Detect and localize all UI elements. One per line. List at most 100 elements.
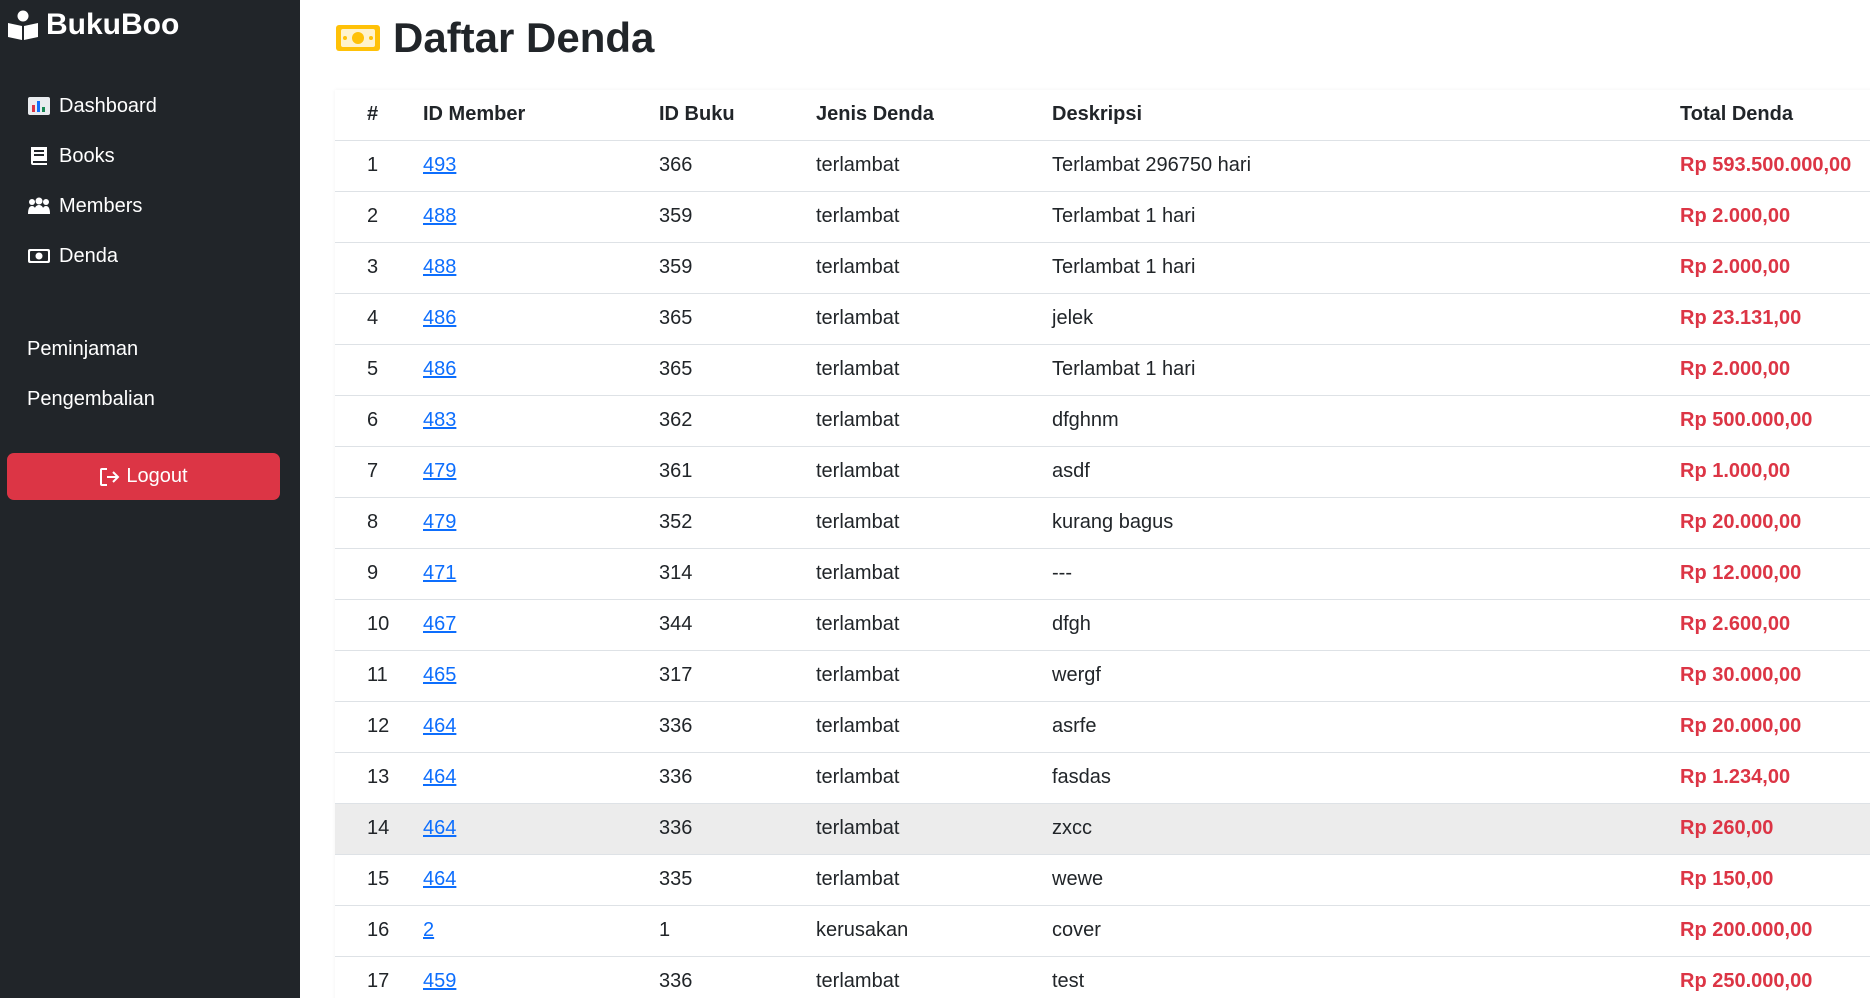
member-link[interactable]: 483 [423,409,456,431]
sidebar-nav: Dashboard Books Members Denda [27,81,157,281]
cell-jenis-denda: kerusakan [816,905,1052,957]
cell-deskripsi: fasdas [1052,752,1680,804]
cell-total-denda: Rp 20.000,00 [1680,701,1870,753]
cell-id-buku: 336 [659,752,816,804]
member-link[interactable]: 464 [423,817,456,839]
member-link[interactable]: 464 [423,766,456,788]
cell-id-buku: 336 [659,701,816,753]
cell-total-denda: Rp 2.000,00 [1680,242,1870,294]
sidebar-item-label: Peminjaman [27,337,139,360]
cell-number: 6 [335,395,423,447]
table-row: 6 483 362 terlambat dfghnm Rp 500.000,00 [335,395,1870,447]
column-header-number: # [335,90,423,141]
table-row: 10 467 344 terlambat dfgh Rp 2.600,00 [335,599,1870,651]
logout-button[interactable]: Logout [7,453,280,500]
member-link[interactable]: 2 [423,919,434,941]
table-row: 11 465 317 terlambat wergf Rp 30.000,00 [335,650,1870,702]
cell-number: 2 [335,191,423,243]
cell-total-denda: Rp 260,00 [1680,803,1870,855]
cell-jenis-denda: terlambat [816,752,1052,804]
cell-id-buku: 362 [659,395,816,447]
cell-deskripsi: zxcc [1052,803,1680,855]
sidebar-item-pengembalian[interactable]: Pengembalian [27,374,155,424]
member-link[interactable]: 479 [423,511,456,533]
member-link[interactable]: 467 [423,613,456,635]
cell-jenis-denda: terlambat [816,446,1052,498]
member-link[interactable]: 464 [423,715,456,737]
denda-table: # ID Member ID Buku Jenis Denda Deskrips… [335,90,1870,998]
column-header-deskripsi: Deskripsi [1052,90,1680,141]
cell-id-member: 483 [423,395,659,447]
cell-id-buku: 366 [659,140,816,192]
cell-number: 3 [335,242,423,294]
cell-id-buku: 1 [659,905,816,957]
cell-total-denda: Rp 20.000,00 [1680,497,1870,549]
member-link[interactable]: 493 [423,154,456,176]
cell-id-member: 479 [423,446,659,498]
cell-deskripsi: jelek [1052,293,1680,345]
cell-total-denda: Rp 200.000,00 [1680,905,1870,957]
cell-id-member: 464 [423,701,659,753]
member-link[interactable]: 459 [423,970,456,992]
column-header-id-buku: ID Buku [659,90,816,141]
cell-total-denda: Rp 12.000,00 [1680,548,1870,600]
cell-deskripsi: cover [1052,905,1680,957]
cell-number: 4 [335,293,423,345]
cell-total-denda: Rp 23.131,00 [1680,293,1870,345]
cell-id-member: 467 [423,599,659,651]
member-link[interactable]: 488 [423,256,456,278]
table-row: 13 464 336 terlambat fasdas Rp 1.234,00 [335,752,1870,804]
cell-id-member: 459 [423,956,659,998]
sidebar-item-members[interactable]: Members [27,181,157,231]
member-link[interactable]: 488 [423,205,456,227]
cell-deskripsi: asrfe [1052,701,1680,753]
cell-id-member: 488 [423,191,659,243]
brand[interactable]: BukuBoo [7,8,179,42]
cell-number: 11 [335,650,423,702]
cell-total-denda: Rp 500.000,00 [1680,395,1870,447]
cell-id-member: 464 [423,803,659,855]
cell-jenis-denda: terlambat [816,191,1052,243]
member-link[interactable]: 471 [423,562,456,584]
cell-deskripsi: Terlambat 1 hari [1052,344,1680,396]
sidebar-item-peminjaman[interactable]: Peminjaman [27,324,155,374]
page-title-text: Daftar Denda [393,14,655,61]
cell-total-denda: Rp 1.234,00 [1680,752,1870,804]
cell-total-denda: Rp 2.000,00 [1680,191,1870,243]
cell-deskripsi: asdf [1052,446,1680,498]
cell-id-buku: 359 [659,191,816,243]
cell-total-denda: Rp 250.000,00 [1680,956,1870,998]
cell-id-member: 464 [423,854,659,906]
cell-number: 15 [335,854,423,906]
cell-jenis-denda: terlambat [816,701,1052,753]
book-reader-icon [8,10,38,40]
cell-number: 17 [335,956,423,998]
cell-total-denda: Rp 2.600,00 [1680,599,1870,651]
member-link[interactable]: 464 [423,868,456,890]
sidebar-item-denda[interactable]: Denda [27,231,157,281]
sidebar-item-books[interactable]: Books [27,131,157,181]
member-link[interactable]: 465 [423,664,456,686]
member-link[interactable]: 479 [423,460,456,482]
cell-deskripsi: --- [1052,548,1680,600]
table-row: 7 479 361 terlambat asdf Rp 1.000,00 [335,446,1870,498]
column-header-jenis-denda: Jenis Denda [816,90,1052,141]
logout-label: Logout [126,465,188,487]
cell-total-denda: Rp 1.000,00 [1680,446,1870,498]
cell-deskripsi: test [1052,956,1680,998]
sidebar-nav-secondary: Peminjaman Pengembalian [27,324,155,424]
cell-number: 9 [335,548,423,600]
cell-id-buku: 365 [659,293,816,345]
cell-jenis-denda: terlambat [816,140,1052,192]
member-link[interactable]: 486 [423,358,456,380]
member-link[interactable]: 486 [423,307,456,329]
sidebar-item-label: Denda [59,244,118,267]
users-icon [28,197,50,214]
cell-jenis-denda: terlambat [816,395,1052,447]
cell-number: 10 [335,599,423,651]
sidebar-item-dashboard[interactable]: Dashboard [27,81,157,131]
column-header-total-denda: Total Denda [1680,90,1870,141]
table-row: 4 486 365 terlambat jelek Rp 23.131,00 [335,293,1870,345]
cell-id-member: 493 [423,140,659,192]
cell-deskripsi: Terlambat 1 hari [1052,191,1680,243]
